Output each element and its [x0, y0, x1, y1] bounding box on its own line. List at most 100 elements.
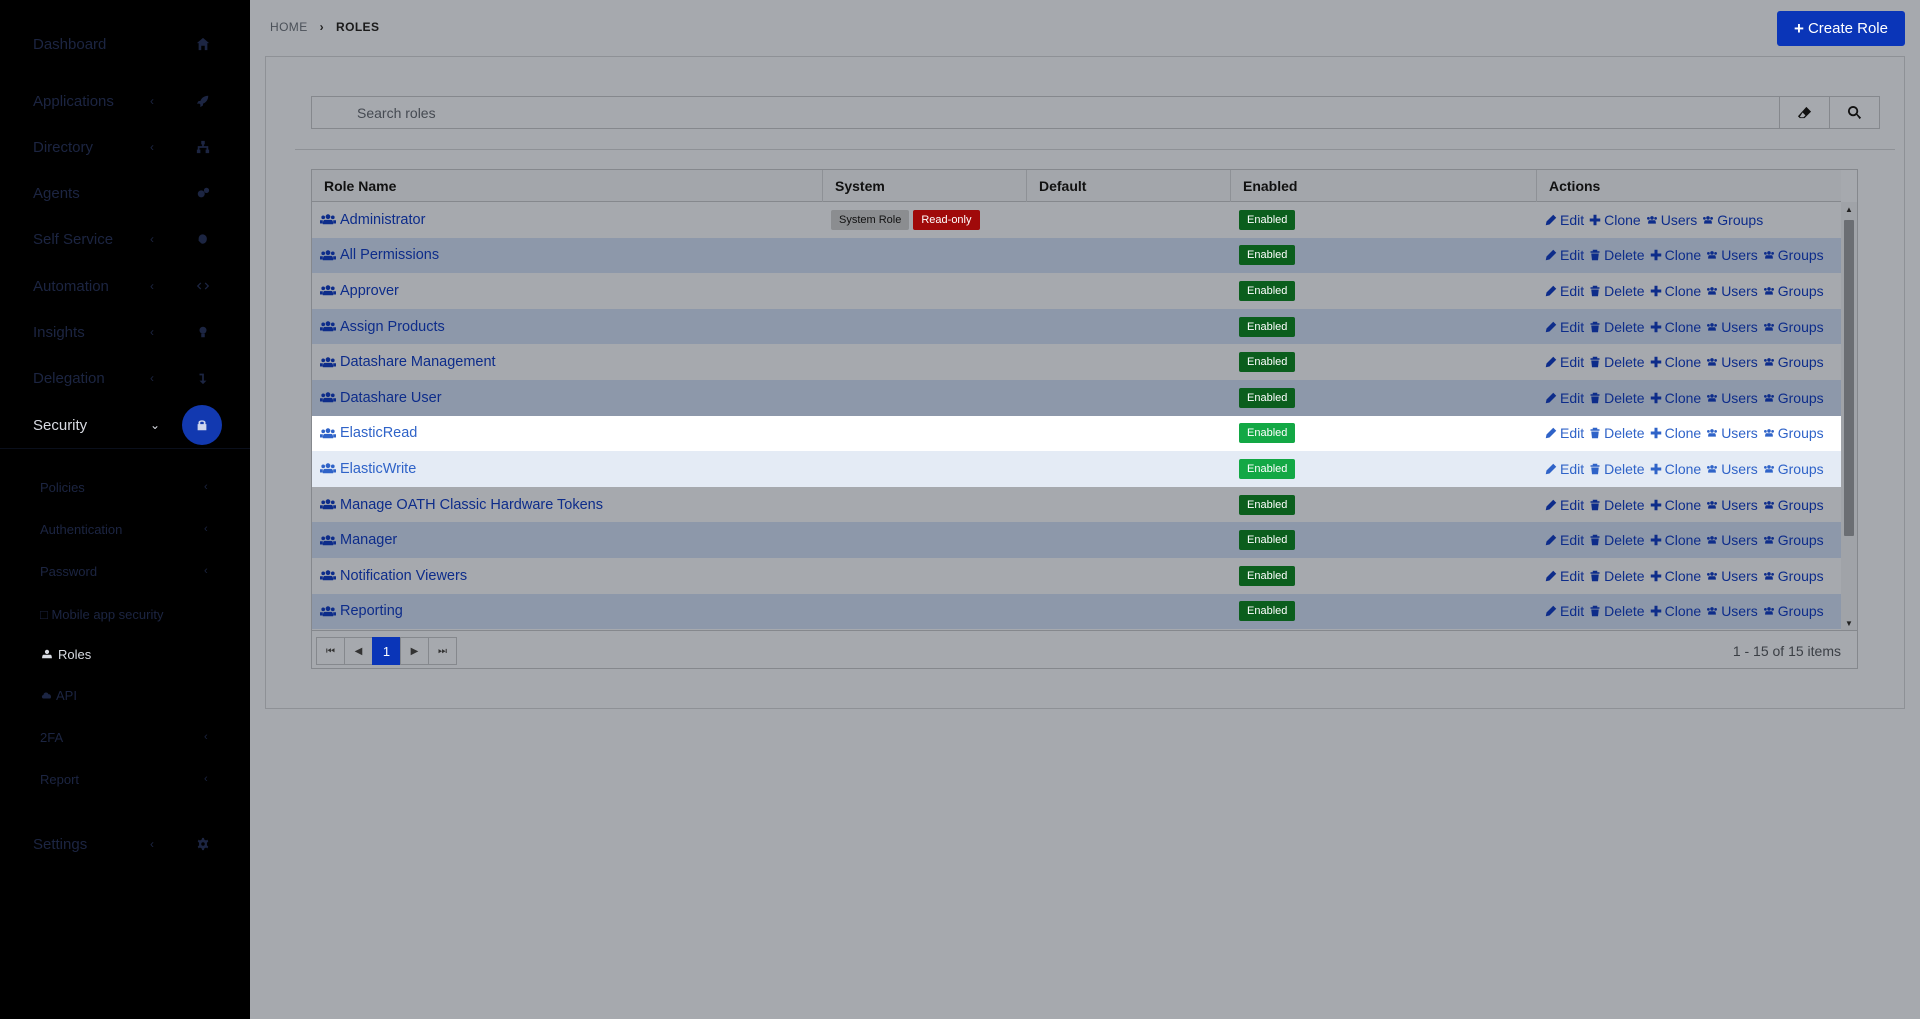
- edit-action[interactable]: Edit: [1545, 354, 1584, 370]
- users-action[interactable]: Users: [1706, 497, 1758, 513]
- groups-action[interactable]: Groups: [1763, 603, 1824, 619]
- sidebar-item-agents[interactable]: Agents: [0, 173, 250, 213]
- edit-action[interactable]: Edit: [1545, 283, 1584, 299]
- role-link[interactable]: Assign Products: [320, 319, 445, 335]
- table-row[interactable]: Datashare User Enabled Edit Delete Clone Us…: [312, 379, 1841, 416]
- search-button[interactable]: [1830, 96, 1880, 129]
- next-page-button[interactable]: ▶: [400, 637, 429, 665]
- clone-action[interactable]: Clone: [1650, 354, 1701, 370]
- users-action[interactable]: Users: [1706, 390, 1758, 406]
- delete-action[interactable]: Delete: [1589, 425, 1645, 441]
- search-input[interactable]: [311, 96, 1780, 129]
- role-link[interactable]: Notification Viewers: [320, 568, 467, 584]
- edit-action[interactable]: Edit: [1545, 461, 1584, 477]
- sidebar-sub-authentication[interactable]: Authentication ‹: [0, 514, 250, 544]
- scroll-down-icon[interactable]: ▼: [1845, 619, 1853, 628]
- delete-action[interactable]: Delete: [1589, 461, 1645, 477]
- delete-action[interactable]: Delete: [1589, 568, 1645, 584]
- edit-action[interactable]: Edit: [1545, 532, 1584, 548]
- groups-action[interactable]: Groups: [1763, 532, 1824, 548]
- clone-action[interactable]: Clone: [1650, 603, 1701, 619]
- current-page-button[interactable]: 1: [372, 637, 401, 665]
- table-row[interactable]: Notification Viewers Enabled Edit Delete C…: [312, 558, 1841, 594]
- role-link[interactable]: All Permissions: [320, 247, 439, 263]
- scroll-up-icon[interactable]: ▲: [1845, 205, 1853, 214]
- groups-action[interactable]: Groups: [1763, 247, 1824, 263]
- users-action[interactable]: Users: [1706, 283, 1758, 299]
- first-page-button[interactable]: ⏮: [316, 637, 345, 665]
- role-link[interactable]: Reporting: [320, 603, 403, 619]
- clone-action[interactable]: Clone: [1650, 319, 1701, 335]
- table-row[interactable]: Reporting Enabled Edit Delete Clone Users Gr…: [312, 593, 1841, 630]
- role-link[interactable]: Manager: [320, 532, 397, 548]
- groups-action[interactable]: Groups: [1763, 390, 1824, 406]
- sidebar-item-settings[interactable]: Settings ‹: [0, 824, 250, 864]
- table-row[interactable]: Manager Enabled Edit Delete Clone Users Grou…: [312, 522, 1841, 558]
- sidebar-sub-policies[interactable]: Policies ‹: [0, 472, 250, 502]
- sidebar-item-self-service[interactable]: Self Service ‹: [0, 219, 250, 259]
- edit-action[interactable]: Edit: [1545, 568, 1584, 584]
- sidebar-item-security[interactable]: Security ⌄: [0, 405, 250, 445]
- table-row[interactable]: ElasticRead Enabled Edit Delete Clone Users…: [312, 415, 1841, 452]
- role-link[interactable]: Datashare User: [320, 390, 442, 406]
- edit-action[interactable]: Edit: [1545, 212, 1584, 228]
- column-header-enabled[interactable]: Enabled: [1231, 170, 1537, 202]
- users-action[interactable]: Users: [1706, 319, 1758, 335]
- sidebar-item-directory[interactable]: Directory ‹: [0, 127, 250, 167]
- sidebar-sub-roles[interactable]: Roles: [0, 639, 250, 669]
- edit-action[interactable]: Edit: [1545, 319, 1584, 335]
- clone-action[interactable]: Clone: [1650, 425, 1701, 441]
- table-row[interactable]: All Permissions Enabled Edit Delete Clone U…: [312, 237, 1841, 274]
- groups-action[interactable]: Groups: [1763, 461, 1824, 477]
- clone-action[interactable]: Clone: [1650, 497, 1701, 513]
- users-action[interactable]: Users: [1706, 247, 1758, 263]
- create-role-button[interactable]: + Create Role: [1777, 11, 1905, 46]
- groups-action[interactable]: Groups: [1763, 568, 1824, 584]
- sidebar-item-insights[interactable]: Insights ‹: [0, 312, 250, 352]
- role-link[interactable]: ElasticWrite: [320, 461, 416, 477]
- sidebar-sub-report[interactable]: Report ‹: [0, 764, 250, 794]
- scrollbar-thumb[interactable]: [1844, 220, 1854, 536]
- groups-action[interactable]: Groups: [1763, 319, 1824, 335]
- clear-search-button[interactable]: [1780, 96, 1830, 129]
- table-row[interactable]: Manage OATH Classic Hardware Tokens Enab…: [312, 487, 1841, 523]
- groups-action[interactable]: Groups: [1702, 212, 1763, 228]
- prev-page-button[interactable]: ◀: [344, 637, 373, 665]
- column-header-role-name[interactable]: Role Name: [312, 170, 823, 202]
- clone-action[interactable]: Clone: [1589, 212, 1641, 228]
- clone-action[interactable]: Clone: [1650, 390, 1701, 406]
- groups-action[interactable]: Groups: [1763, 497, 1824, 513]
- users-action[interactable]: Users: [1706, 603, 1758, 619]
- delete-action[interactable]: Delete: [1589, 532, 1645, 548]
- table-row[interactable]: Datashare Management Enabled Edit Delete C…: [312, 344, 1841, 380]
- role-link[interactable]: Administrator: [320, 212, 425, 228]
- clone-action[interactable]: Clone: [1650, 247, 1701, 263]
- edit-action[interactable]: Edit: [1545, 425, 1584, 441]
- clone-action[interactable]: Clone: [1650, 283, 1701, 299]
- column-header-actions[interactable]: Actions: [1537, 170, 1841, 202]
- users-action[interactable]: Users: [1706, 568, 1758, 584]
- last-page-button[interactable]: ⏭: [428, 637, 457, 665]
- vertical-scrollbar[interactable]: ▲ ▼: [1841, 202, 1857, 630]
- column-header-default[interactable]: Default: [1027, 170, 1231, 202]
- groups-action[interactable]: Groups: [1763, 283, 1824, 299]
- sidebar-item-dashboard[interactable]: Dashboard: [0, 24, 250, 64]
- column-header-system[interactable]: System: [823, 170, 1027, 202]
- sidebar-sub-2fa[interactable]: 2FA ‹: [0, 722, 250, 752]
- sidebar-item-automation[interactable]: Automation ‹: [0, 266, 250, 306]
- delete-action[interactable]: Delete: [1589, 390, 1645, 406]
- users-action[interactable]: Users: [1706, 354, 1758, 370]
- delete-action[interactable]: Delete: [1589, 283, 1645, 299]
- groups-action[interactable]: Groups: [1763, 425, 1824, 441]
- edit-action[interactable]: Edit: [1545, 603, 1584, 619]
- delete-action[interactable]: Delete: [1589, 354, 1645, 370]
- role-link[interactable]: Datashare Management: [320, 354, 496, 370]
- delete-action[interactable]: Delete: [1589, 319, 1645, 335]
- edit-action[interactable]: Edit: [1545, 497, 1584, 513]
- sidebar-item-applications[interactable]: Applications ‹: [0, 81, 250, 121]
- clone-action[interactable]: Clone: [1650, 461, 1701, 477]
- table-row[interactable]: ElasticWrite Enabled Edit Delete Clone User…: [312, 451, 1841, 487]
- users-action[interactable]: Users: [1706, 532, 1758, 548]
- users-action[interactable]: Users: [1646, 212, 1697, 228]
- sidebar-sub-password[interactable]: Password ‹: [0, 556, 250, 586]
